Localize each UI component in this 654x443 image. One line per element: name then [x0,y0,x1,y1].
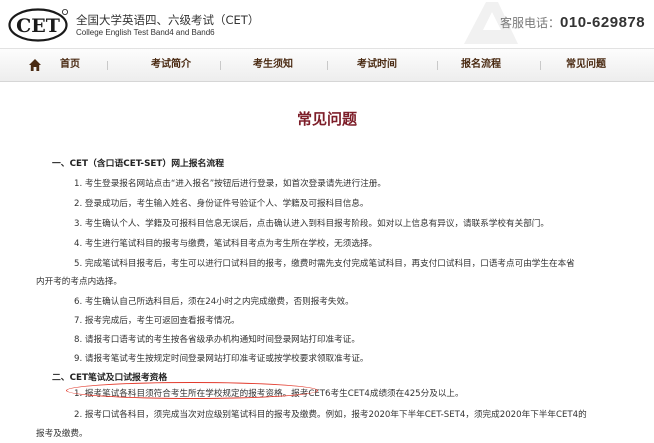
highlight-ellipse [66,382,318,399]
site-header: CET 全国大学英语四、六级考试（CET） College English Te… [0,0,654,48]
logo-text: CET [16,15,60,37]
site-name-en: College English Test Band4 and Band6 [76,28,215,37]
hotline-label: 客服电话： [500,16,561,30]
list-item: 9. 请报考笔试考生按规定时间登录网站打印准考证或按学校要求领取准考证。 [74,354,369,364]
nav-item-registration-process[interactable]: 报名流程 [445,49,517,81]
list-item: 4. 考生进行笔试科目的报考与缴费，笔试科目考点为考生所在学校，无须选择。 [74,239,378,249]
nav-item-exam-time[interactable]: 考试时间 [341,49,413,81]
nav-separator [437,61,438,70]
list-item: 2. 登录成功后，考生输入姓名、身份证件号验证个人、学籍及可报科目信息。 [74,199,369,209]
list-item: 6. 考生确认自己所选科目后，须在24小时之内完成缴费，否则报考失效。 [74,297,354,307]
nav-item-candidate-notice[interactable]: 考生须知 [237,49,309,81]
nav-separator [107,61,108,70]
nav-separator [540,61,541,70]
list-item: 5. 完成笔试科目报考后，考生可以进行口试科目的报考，缴费时需先支付完成笔试科目… [74,259,575,269]
list-item: 3. 考生确认个人、学籍及可报科目信息无误后，点击确认进入到科目报考阶段。如对以… [74,219,549,229]
nav-item-home[interactable]: 首页 [52,49,88,81]
cet-logo[interactable]: CET [8,8,68,42]
list-item: 8. 请报考口语考试的考生按各省级承办机构通知时间登录网站打印准考证。 [74,335,360,345]
list-item-continuation: 报考及缴费。 [36,429,88,439]
list-item: 2. 报考口试各科目，须完成当次对应级别笔试科目的报考及缴费。例如，报考2020… [74,410,587,420]
nav-item-exam-intro[interactable]: 考试简介 [135,49,207,81]
page-title: 常见问题 [296,110,357,128]
home-icon[interactable] [28,58,42,72]
nav-separator [220,61,221,70]
site-name-cn: 全国大学英语四、六级考试（CET） [76,13,260,27]
nav-item-faq[interactable]: 常见问题 [550,49,622,81]
hotline: 客服电话：010-629878 [500,12,645,31]
section-heading: 二、CET笔试及口试报考资格 [52,373,168,383]
list-item: 7. 报考完成后，考生可返回查看报考情况。 [74,316,240,326]
main-nav: 首页 考试简介 考生须知 考试时间 报名流程 常见问题 [0,48,654,82]
nav-separator [327,61,328,70]
hotline-number: 010-629878 [560,14,646,31]
list-item-continuation: 内开考的考点内选择。 [36,277,122,287]
section-heading: 一、CET（含口语CET-SET）网上报名流程 [52,159,224,169]
list-item: 1. 考生登录报名网站点击“进入报名”按钮后进行登录，如首次登录请先进行注册。 [74,179,387,189]
